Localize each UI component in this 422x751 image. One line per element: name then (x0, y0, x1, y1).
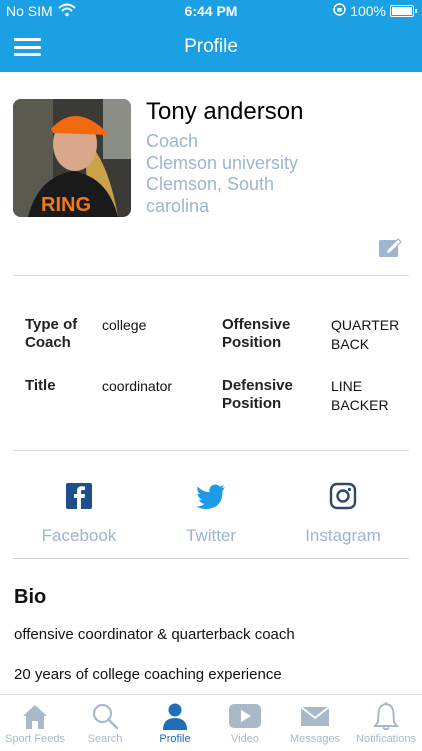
tab-notifications[interactable]: Notifications (350, 695, 422, 751)
tab-search[interactable]: Search (70, 695, 140, 751)
tab-video[interactable]: Video (210, 695, 280, 751)
tab-label: Video (231, 733, 259, 745)
tab-label: Sport Feeds (5, 733, 65, 745)
status-bar: No SIM 6:44 PM 100% (0, 0, 422, 22)
instagram-link[interactable]: Instagram (278, 478, 408, 546)
facebook-label: Facebook (41, 526, 117, 545)
bell-icon (373, 702, 399, 731)
profile-role: Coach (146, 131, 199, 151)
tab-label: Notifications (356, 733, 416, 745)
defensive-position-value: LINE BACKER (331, 378, 389, 413)
search-icon (92, 703, 119, 730)
profile-name: Tony anderson (146, 98, 304, 125)
battery-percent: 100% (350, 3, 386, 19)
instagram-label: Instagram (305, 526, 381, 545)
divider (13, 275, 409, 276)
tab-messages[interactable]: Messages (280, 695, 350, 751)
mail-icon (300, 706, 330, 726)
tab-label: Messages (289, 733, 341, 745)
tab-label: Profile (159, 733, 191, 745)
person-icon (163, 703, 187, 730)
bio-text: 20 years of college coaching experience (14, 666, 282, 683)
battery-indicator: 100% (333, 3, 417, 19)
profile-organization: Clemson university (146, 153, 299, 173)
orientation-lock-icon (333, 3, 346, 19)
facebook-link[interactable]: Facebook (14, 478, 144, 546)
tab-label: Search (87, 733, 123, 745)
profile-location-line1: Clemson, South (146, 174, 275, 194)
profile-location-line2: carolina (146, 196, 210, 216)
avatar: RING (13, 99, 131, 217)
divider (13, 558, 409, 559)
nav-bar: Profile (0, 22, 422, 72)
video-icon (229, 704, 261, 728)
facebook-icon (66, 483, 92, 509)
tab-sport-feeds[interactable]: Sport Feeds (0, 695, 70, 751)
bio-text: offensive coordinator & quarterback coac… (14, 626, 295, 643)
bio-heading: Bio (14, 586, 47, 608)
twitter-label: Twitter (185, 526, 237, 545)
title-value: coordinator (102, 378, 173, 394)
title-label: Title (25, 377, 56, 394)
type-of-coach-label: Type of Coach (25, 316, 78, 351)
defensive-position-label: Defensive Position (222, 377, 293, 412)
twitter-link[interactable]: Twitter (146, 478, 276, 546)
offensive-position-value: QUARTER BACK (331, 317, 400, 352)
home-icon (23, 705, 47, 729)
twitter-icon (196, 484, 225, 509)
battery-icon (390, 5, 417, 17)
instagram-icon (329, 482, 357, 510)
type-of-coach-value: college (102, 317, 147, 333)
divider (13, 450, 409, 451)
offensive-position-label: Offensive Position (222, 316, 291, 351)
svg-text:RING: RING (41, 194, 91, 216)
page-title: Profile (184, 36, 238, 57)
edit-icon[interactable] (378, 235, 402, 259)
tab-profile[interactable]: Profile (140, 695, 210, 751)
tab-bar: Sport Feeds Search Profile Video Message… (0, 694, 422, 751)
